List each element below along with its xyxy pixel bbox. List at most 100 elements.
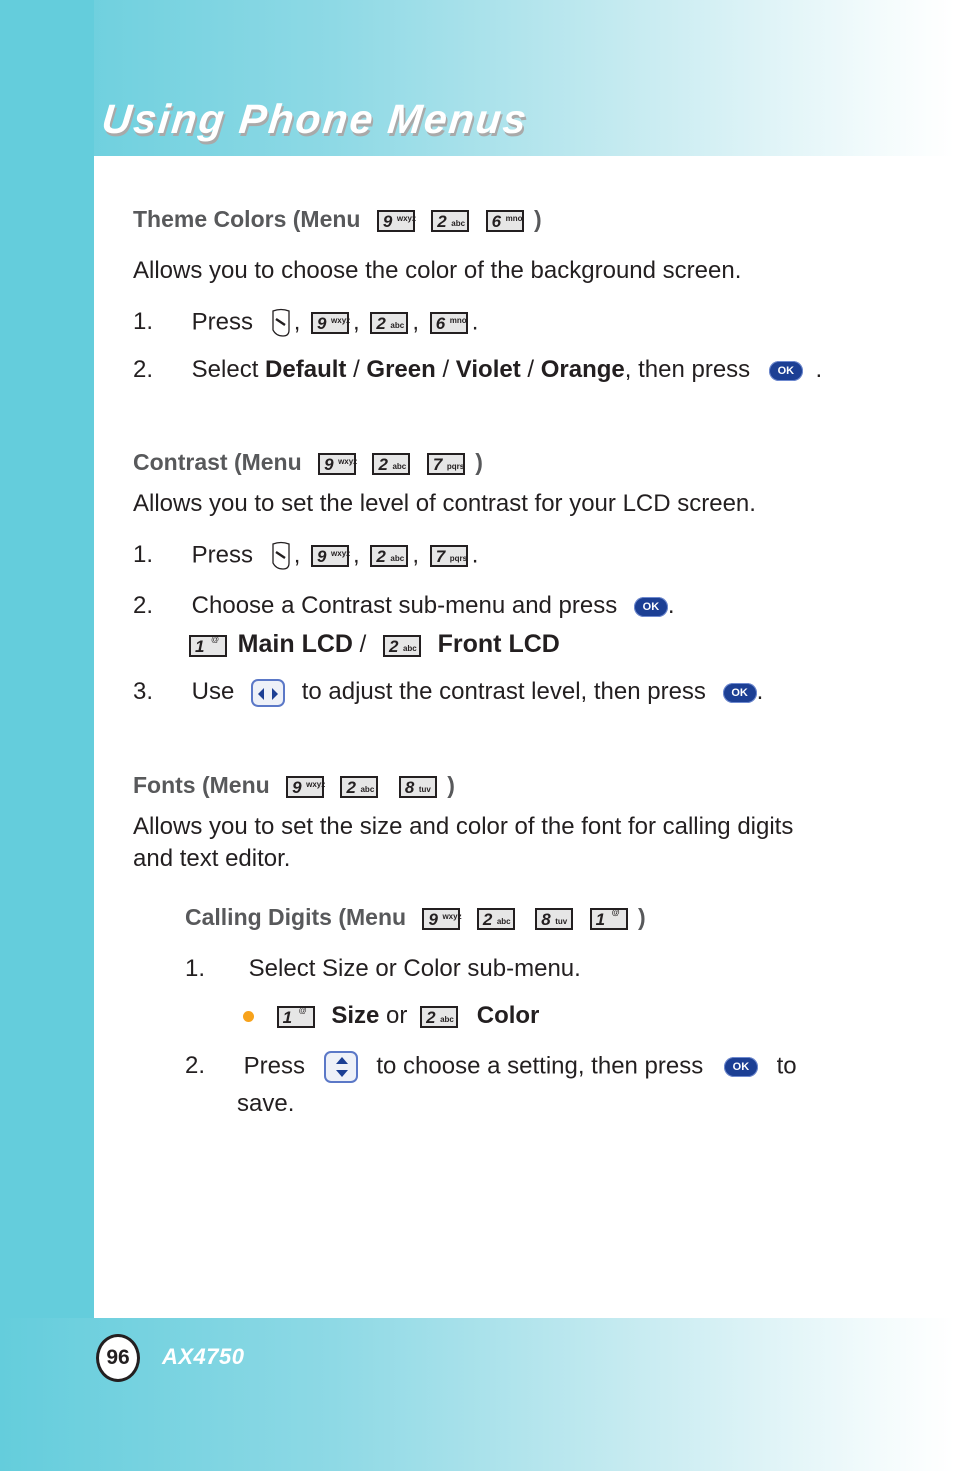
close-paren: ) bbox=[475, 449, 483, 475]
key-8-icon: 8 tuv bbox=[398, 775, 437, 798]
bullet-icon bbox=[243, 1011, 254, 1023]
key-1-icon: 1 @ bbox=[189, 634, 227, 657]
period: . bbox=[756, 678, 764, 705]
heading-text: Fonts (Menu bbox=[133, 772, 270, 798]
or-text: or bbox=[386, 1002, 408, 1029]
option-default: Default bbox=[265, 356, 347, 383]
step-text: Use bbox=[191, 678, 235, 705]
close-paren: ) bbox=[447, 772, 455, 798]
heading-text: Theme Colors (Menu bbox=[133, 206, 361, 232]
step-number: 2. bbox=[133, 592, 154, 619]
key-9-icon: 9 wxyz bbox=[376, 209, 416, 232]
heading-text: Calling Digits (Menu bbox=[185, 904, 407, 930]
key-2-icon: 2 abc bbox=[431, 209, 470, 232]
option-green: Green bbox=[366, 356, 436, 383]
contrast-heading: Contrast (Menu 9 wxyz 2 abc 7 pqrs ) bbox=[133, 449, 483, 476]
model-name: AX4750 bbox=[162, 1344, 245, 1369]
close-paren: ) bbox=[534, 206, 542, 232]
fonts-heading: Fonts (Menu 9 wxyz 2 abc 8 tuv ) bbox=[133, 772, 455, 799]
step-text: Press bbox=[243, 1052, 306, 1080]
menu-softkey-icon bbox=[272, 308, 290, 337]
key-6-icon: 6 mno bbox=[485, 209, 524, 232]
step-number: 2. bbox=[133, 356, 154, 383]
contrast-step-2: 2. Choose a Contrast sub-menu and press … bbox=[133, 592, 675, 620]
step-number: 1. bbox=[133, 308, 154, 336]
contrast-sub-options: 1 @ Main LCD / 2 abc Front LCD bbox=[185, 630, 560, 659]
ok-button-icon: OK bbox=[633, 596, 668, 617]
comma: , bbox=[293, 541, 301, 569]
step-text-suffix: , then press bbox=[624, 356, 751, 383]
ok-button-icon: OK bbox=[768, 360, 803, 381]
slash: / bbox=[442, 356, 450, 383]
key-9-icon: 9 wxyz bbox=[318, 452, 357, 475]
slash: / bbox=[359, 631, 367, 658]
comma: , bbox=[293, 308, 301, 336]
comma: , bbox=[353, 308, 360, 336]
key-2-icon: 2 abc bbox=[370, 545, 409, 567]
key-9-icon: 9 wxyz bbox=[422, 907, 462, 930]
menu-softkey-icon bbox=[272, 541, 290, 570]
nav-left-right-icon bbox=[251, 678, 286, 707]
comma: , bbox=[412, 308, 420, 336]
step-text: Select bbox=[191, 356, 259, 383]
slash: / bbox=[527, 356, 535, 383]
key-2-icon: 2 abc bbox=[340, 775, 379, 798]
fonts-description-line-2: and text editor. bbox=[133, 845, 291, 872]
key-2-icon: 2 abc bbox=[382, 634, 421, 657]
key-6-icon: 6 mno bbox=[429, 312, 468, 334]
key-9-icon: 9 wxyz bbox=[311, 545, 350, 567]
option-main-lcd: Main LCD bbox=[237, 630, 353, 658]
close-paren: ) bbox=[638, 904, 646, 930]
key-2-icon: 2 abc bbox=[476, 907, 515, 930]
option-color: Color bbox=[476, 1002, 540, 1029]
calling-digits-heading: Calling Digits (Menu 9 wxyz 2 abc 8 tuv 1 @ … bbox=[185, 904, 646, 931]
step-text: Press bbox=[191, 308, 254, 336]
theme-colors-step-1: 1. Press , 9 wxyz, 2 abc, 6 mno. bbox=[133, 308, 478, 338]
contrast-step-1: 1. Press , 9 wxyz, 2 abc, 7 pqrs. bbox=[133, 541, 478, 571]
calling-digits-options: 1 @ Size or 2 abc Color bbox=[243, 1002, 539, 1030]
comma: , bbox=[412, 541, 420, 569]
step-number: 1. bbox=[185, 955, 206, 982]
key-9-icon: 9 wxyz bbox=[286, 775, 325, 798]
page-title: Using Phone Menus bbox=[99, 96, 531, 142]
calling-digits-step-2: 2. Press to choose a setting, then press… bbox=[185, 1051, 797, 1083]
step-text: Select Size or Color sub-menu. bbox=[248, 955, 581, 982]
slash: / bbox=[353, 356, 360, 383]
step-number: 3. bbox=[133, 678, 154, 705]
period: . bbox=[815, 356, 823, 383]
option-front-lcd: Front LCD bbox=[437, 630, 560, 658]
key-7-icon: 7 pqrs bbox=[429, 545, 468, 567]
theme-colors-description: Allows you to choose the color of the ba… bbox=[133, 257, 742, 284]
option-orange: Orange bbox=[540, 356, 625, 383]
ok-button-icon: OK bbox=[723, 1057, 758, 1077]
nav-up-down-icon bbox=[323, 1051, 358, 1083]
step-text-suffix: to bbox=[776, 1052, 797, 1080]
ok-button-icon: OK bbox=[722, 682, 757, 703]
period: . bbox=[667, 592, 675, 619]
key-2-icon: 2 abc bbox=[372, 452, 411, 475]
key-1-icon: 1 @ bbox=[276, 1005, 315, 1028]
contrast-description: Allows you to set the level of contrast … bbox=[133, 490, 756, 517]
fonts-description-line-1: Allows you to set the size and color of … bbox=[133, 813, 794, 840]
key-8-icon: 8 tuv bbox=[535, 907, 574, 930]
step-text: Press bbox=[191, 541, 254, 569]
key-2-icon: 2 abc bbox=[420, 1005, 459, 1028]
theme-colors-step-2: 2. Select Default / Green / Violet / Ora… bbox=[133, 356, 822, 384]
step-text: Choose a Contrast sub-menu and press bbox=[191, 592, 618, 619]
left-margin-bar bbox=[0, 0, 94, 1471]
step-text-suffix: to adjust the contrast level, then press bbox=[301, 678, 706, 705]
theme-colors-heading: Theme Colors (Menu 9 wxyz 2 abc 6 mno ) bbox=[133, 206, 542, 233]
option-size: Size bbox=[331, 1002, 380, 1029]
period: . bbox=[471, 308, 479, 336]
step-number: 2. bbox=[185, 1052, 206, 1080]
calling-digits-step-2-line-2: save. bbox=[237, 1090, 295, 1117]
key-1-icon: 1 @ bbox=[589, 907, 628, 930]
key-2-icon: 2 abc bbox=[370, 312, 409, 334]
step-text-middle: to choose a setting, then press bbox=[376, 1052, 704, 1080]
key-9-icon: 9 wxyz bbox=[311, 312, 350, 334]
comma: , bbox=[353, 541, 360, 569]
footer-band bbox=[0, 1318, 954, 1471]
page-number: 96 bbox=[96, 1334, 140, 1382]
calling-digits-step-1: 1. Select Size or Color sub-menu. bbox=[185, 955, 581, 983]
step-number: 1. bbox=[133, 541, 154, 569]
